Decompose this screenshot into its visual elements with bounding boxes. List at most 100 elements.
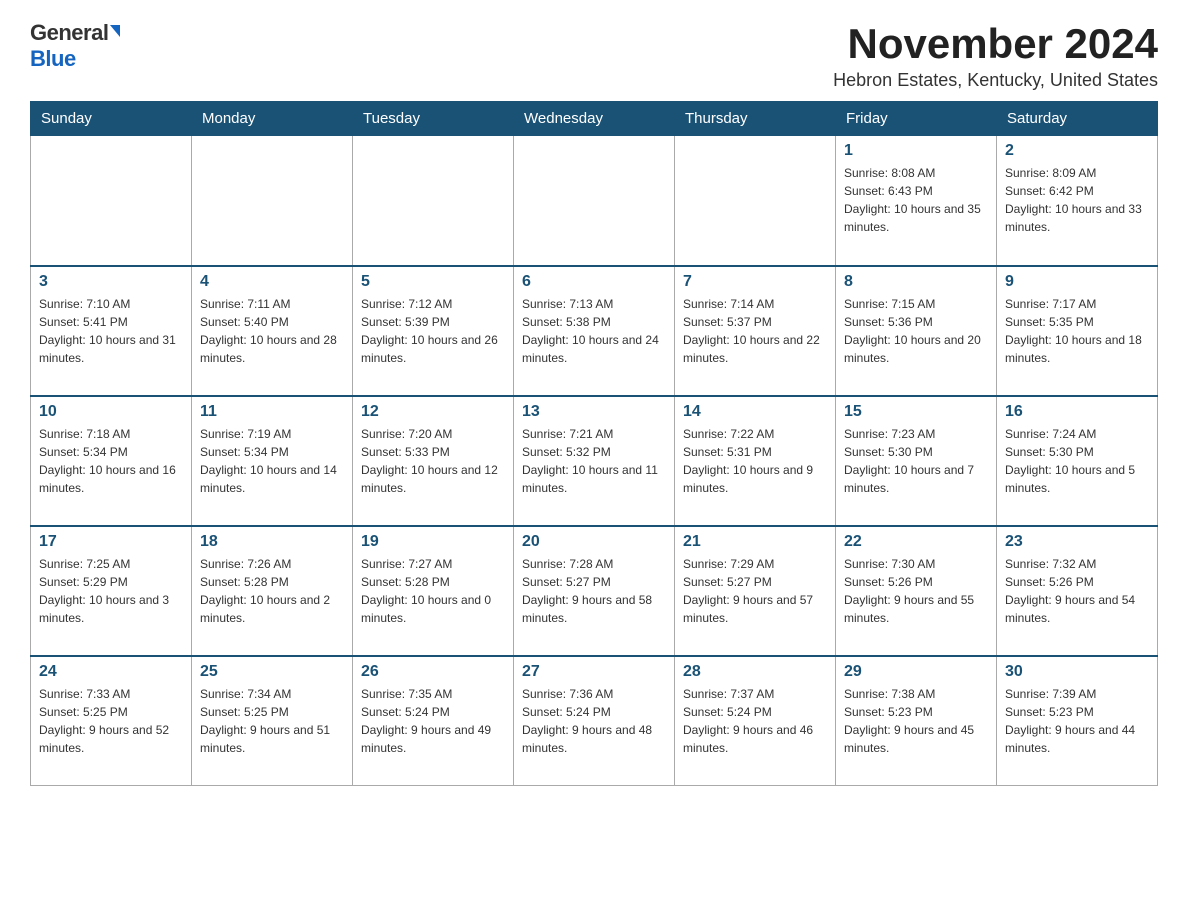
logo-arrow-icon xyxy=(110,25,120,37)
header-monday: Monday xyxy=(192,102,353,136)
day-info: Sunrise: 7:28 AMSunset: 5:27 PMDaylight:… xyxy=(522,555,666,627)
calendar-cell: 6 Sunrise: 7:13 AMSunset: 5:38 PMDaylight… xyxy=(514,266,675,396)
day-number: 15 xyxy=(844,403,988,421)
calendar-cell: 23Sunrise: 7:32 AMSunset: 5:26 PMDayligh… xyxy=(997,526,1158,656)
calendar-header-row: SundayMondayTuesdayWednesdayThursdayFrid… xyxy=(31,102,1158,136)
day-number: 2 xyxy=(1005,142,1149,160)
day-number: 27 xyxy=(522,663,666,681)
day-number: 19 xyxy=(361,533,505,551)
calendar-cell xyxy=(514,136,675,266)
day-info: Sunrise: 7:29 AMSunset: 5:27 PMDaylight:… xyxy=(683,555,827,627)
day-info: Sunrise: 7:22 AMSunset: 5:31 PMDaylight:… xyxy=(683,425,827,497)
day-number: 30 xyxy=(1005,663,1149,681)
header-wednesday: Wednesday xyxy=(514,102,675,136)
calendar-cell: 9 Sunrise: 7:17 AMSunset: 5:35 PMDaylight… xyxy=(997,266,1158,396)
logo: General Blue xyxy=(30,20,120,72)
week-row-1: 1 Sunrise: 8:08 AMSunset: 6:43 PMDaylight… xyxy=(31,136,1158,266)
day-number: 1 xyxy=(844,142,988,160)
calendar-cell: 14 Sunrise: 7:22 AMSunset: 5:31 PMDayligh… xyxy=(675,396,836,526)
day-info: Sunrise: 7:33 AMSunset: 5:25 PMDaylight:… xyxy=(39,685,183,757)
header-thursday: Thursday xyxy=(675,102,836,136)
day-number: 25 xyxy=(200,663,344,681)
calendar-cell: 19 Sunrise: 7:27 AMSunset: 5:28 PMDayligh… xyxy=(353,526,514,656)
day-info: Sunrise: 7:13 AMSunset: 5:38 PMDaylight:… xyxy=(522,295,666,367)
calendar-cell: 8 Sunrise: 7:15 AMSunset: 5:36 PMDaylight… xyxy=(836,266,997,396)
day-info: Sunrise: 7:18 AMSunset: 5:34 PMDaylight:… xyxy=(39,425,183,497)
day-number: 10 xyxy=(39,403,183,421)
day-number: 14 xyxy=(683,403,827,421)
day-info: Sunrise: 7:17 AMSunset: 5:35 PMDaylight:… xyxy=(1005,295,1149,367)
day-info: Sunrise: 7:36 AMSunset: 5:24 PMDaylight:… xyxy=(522,685,666,757)
calendar-cell: 11 Sunrise: 7:19 AMSunset: 5:34 PMDayligh… xyxy=(192,396,353,526)
calendar-cell: 13 Sunrise: 7:21 AMSunset: 5:32 PMDayligh… xyxy=(514,396,675,526)
month-title: November 2024 xyxy=(833,20,1158,68)
header-tuesday: Tuesday xyxy=(353,102,514,136)
day-info: Sunrise: 7:25 AMSunset: 5:29 PMDaylight:… xyxy=(39,555,183,627)
day-info: Sunrise: 7:12 AMSunset: 5:39 PMDaylight:… xyxy=(361,295,505,367)
calendar-cell xyxy=(353,136,514,266)
logo-general-text: General xyxy=(30,20,108,46)
day-number: 22 xyxy=(844,533,988,551)
day-info: Sunrise: 7:27 AMSunset: 5:28 PMDaylight:… xyxy=(361,555,505,627)
calendar-cell: 24 Sunrise: 7:33 AMSunset: 5:25 PMDayligh… xyxy=(31,656,192,786)
day-info: Sunrise: 7:30 AMSunset: 5:26 PMDaylight:… xyxy=(844,555,988,627)
day-info: Sunrise: 7:20 AMSunset: 5:33 PMDaylight:… xyxy=(361,425,505,497)
day-number: 7 xyxy=(683,273,827,291)
calendar-cell: 28 Sunrise: 7:37 AMSunset: 5:24 PMDayligh… xyxy=(675,656,836,786)
calendar-cell: 15 Sunrise: 7:23 AMSunset: 5:30 PMDayligh… xyxy=(836,396,997,526)
calendar-cell: 16 Sunrise: 7:24 AMSunset: 5:30 PMDayligh… xyxy=(997,396,1158,526)
day-info: Sunrise: 7:39 AMSunset: 5:23 PMDaylight:… xyxy=(1005,685,1149,757)
location-subtitle: Hebron Estates, Kentucky, United States xyxy=(833,70,1158,91)
page-header: General Blue November 2024 Hebron Estate… xyxy=(30,20,1158,91)
day-info: Sunrise: 7:38 AMSunset: 5:23 PMDaylight:… xyxy=(844,685,988,757)
day-number: 16 xyxy=(1005,403,1149,421)
day-number: 21 xyxy=(683,533,827,551)
day-info: Sunrise: 7:23 AMSunset: 5:30 PMDaylight:… xyxy=(844,425,988,497)
calendar-cell: 29 Sunrise: 7:38 AMSunset: 5:23 PMDayligh… xyxy=(836,656,997,786)
day-number: 24 xyxy=(39,663,183,681)
calendar-table: SundayMondayTuesdayWednesdayThursdayFrid… xyxy=(30,101,1158,786)
day-number: 11 xyxy=(200,403,344,421)
day-info: Sunrise: 8:09 AMSunset: 6:42 PMDaylight:… xyxy=(1005,164,1149,236)
day-info: Sunrise: 7:24 AMSunset: 5:30 PMDaylight:… xyxy=(1005,425,1149,497)
day-info: Sunrise: 7:26 AMSunset: 5:28 PMDaylight:… xyxy=(200,555,344,627)
header-friday: Friday xyxy=(836,102,997,136)
calendar-cell: 7Sunrise: 7:14 AMSunset: 5:37 PMDaylight… xyxy=(675,266,836,396)
day-info: Sunrise: 7:35 AMSunset: 5:24 PMDaylight:… xyxy=(361,685,505,757)
day-number: 9 xyxy=(1005,273,1149,291)
day-number: 8 xyxy=(844,273,988,291)
day-number: 13 xyxy=(522,403,666,421)
day-number: 3 xyxy=(39,273,183,291)
week-row-5: 24 Sunrise: 7:33 AMSunset: 5:25 PMDayligh… xyxy=(31,656,1158,786)
calendar-cell: 1 Sunrise: 8:08 AMSunset: 6:43 PMDaylight… xyxy=(836,136,997,266)
day-info: Sunrise: 7:15 AMSunset: 5:36 PMDaylight:… xyxy=(844,295,988,367)
day-info: Sunrise: 7:11 AMSunset: 5:40 PMDaylight:… xyxy=(200,295,344,367)
day-number: 20 xyxy=(522,533,666,551)
calendar-cell: 4Sunrise: 7:11 AMSunset: 5:40 PMDaylight… xyxy=(192,266,353,396)
day-info: Sunrise: 7:21 AMSunset: 5:32 PMDaylight:… xyxy=(522,425,666,497)
day-info: Sunrise: 7:37 AMSunset: 5:24 PMDaylight:… xyxy=(683,685,827,757)
calendar-cell: 25Sunrise: 7:34 AMSunset: 5:25 PMDayligh… xyxy=(192,656,353,786)
day-info: Sunrise: 8:08 AMSunset: 6:43 PMDaylight:… xyxy=(844,164,988,236)
day-info: Sunrise: 7:10 AMSunset: 5:41 PMDaylight:… xyxy=(39,295,183,367)
week-row-2: 3 Sunrise: 7:10 AMSunset: 5:41 PMDaylight… xyxy=(31,266,1158,396)
calendar-cell: 21 Sunrise: 7:29 AMSunset: 5:27 PMDayligh… xyxy=(675,526,836,656)
day-info: Sunrise: 7:19 AMSunset: 5:34 PMDaylight:… xyxy=(200,425,344,497)
calendar-cell: 30 Sunrise: 7:39 AMSunset: 5:23 PMDayligh… xyxy=(997,656,1158,786)
calendar-cell: 3 Sunrise: 7:10 AMSunset: 5:41 PMDaylight… xyxy=(31,266,192,396)
calendar-cell: 18Sunrise: 7:26 AMSunset: 5:28 PMDayligh… xyxy=(192,526,353,656)
day-number: 6 xyxy=(522,273,666,291)
calendar-cell: 5Sunrise: 7:12 AMSunset: 5:39 PMDaylight… xyxy=(353,266,514,396)
day-number: 12 xyxy=(361,403,505,421)
day-number: 17 xyxy=(39,533,183,551)
calendar-cell: 22 Sunrise: 7:30 AMSunset: 5:26 PMDayligh… xyxy=(836,526,997,656)
calendar-cell: 27 Sunrise: 7:36 AMSunset: 5:24 PMDayligh… xyxy=(514,656,675,786)
day-number: 26 xyxy=(361,663,505,681)
day-number: 28 xyxy=(683,663,827,681)
day-number: 29 xyxy=(844,663,988,681)
week-row-3: 10 Sunrise: 7:18 AMSunset: 5:34 PMDayligh… xyxy=(31,396,1158,526)
header-sunday: Sunday xyxy=(31,102,192,136)
title-section: November 2024 Hebron Estates, Kentucky, … xyxy=(833,20,1158,91)
calendar-cell xyxy=(31,136,192,266)
calendar-cell xyxy=(675,136,836,266)
